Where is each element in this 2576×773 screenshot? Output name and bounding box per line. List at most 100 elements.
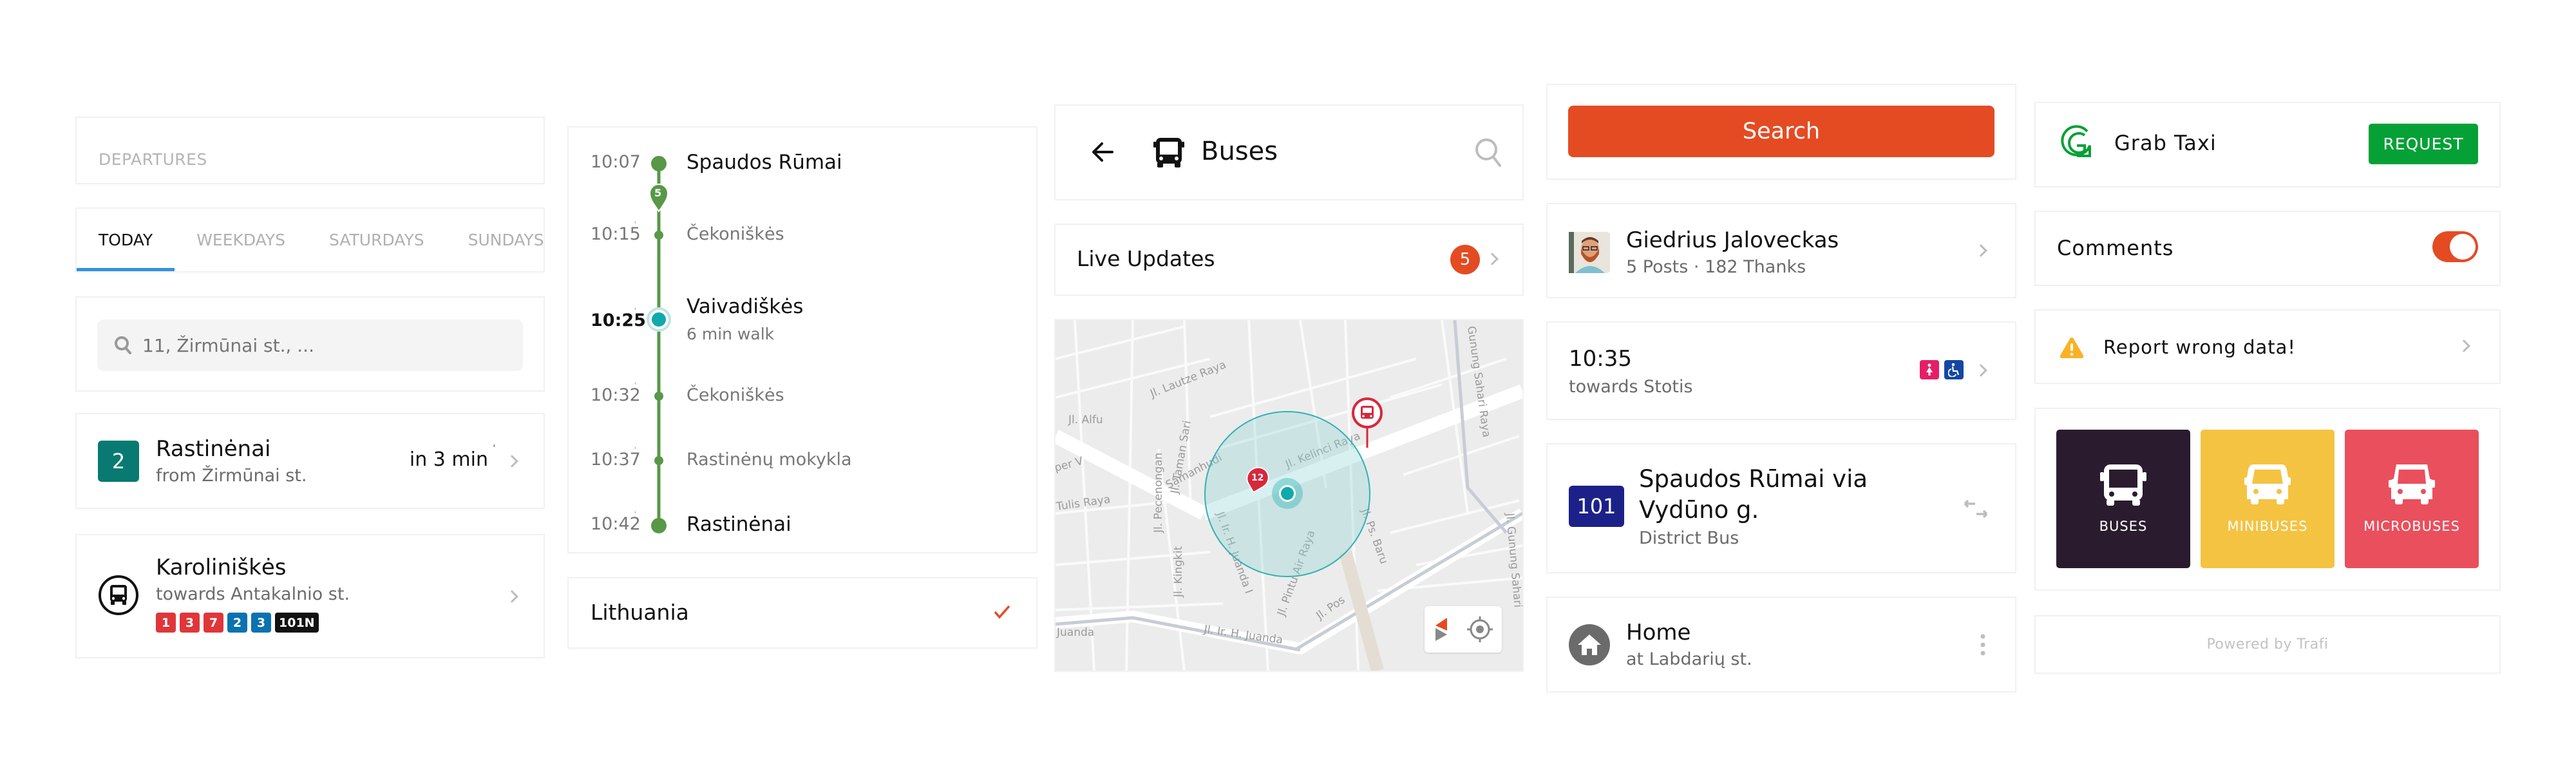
search-icon bbox=[115, 336, 131, 354]
stop-search-card bbox=[77, 298, 544, 390]
stop-time: 10:37 bbox=[591, 450, 641, 470]
amenity-icons bbox=[1920, 360, 1964, 379]
warning-icon bbox=[2060, 338, 2084, 358]
route-number-badge: 101 bbox=[1569, 486, 1624, 527]
tab-today[interactable]: TODAY bbox=[77, 209, 175, 271]
compass-icon[interactable] bbox=[1433, 616, 1450, 642]
profile-row[interactable]: Giedrius Jaloveckas 5 Posts · 182 Thanks bbox=[1548, 204, 2015, 297]
grab-logo-icon bbox=[2061, 125, 2091, 157]
live-updates-row[interactable]: Live Updates 5 bbox=[1056, 225, 1522, 294]
route-chips: 1 3 7 2 3 101N bbox=[156, 613, 319, 633]
chevron-right-icon bbox=[1975, 244, 1987, 257]
realtime-icon: ʿ bbox=[634, 510, 637, 519]
trip-timeline-card: 5 10:07 Spaudos Rūmai 10:15 ʿ Čekoniškės… bbox=[569, 128, 1036, 552]
realtime-icon: ʿ bbox=[493, 444, 496, 454]
stop-dot-major bbox=[651, 156, 667, 171]
map-street-label: Jl. Kingkit bbox=[1172, 546, 1185, 598]
live-updates-label: Live Updates bbox=[1077, 246, 1215, 271]
stop-name: Karoliniškės bbox=[156, 555, 287, 580]
country-name: Lithuania bbox=[591, 600, 689, 625]
buses-header: Buses bbox=[1056, 106, 1522, 199]
chevron-right-icon bbox=[1975, 364, 1987, 377]
stop-time: 10:15 bbox=[591, 224, 641, 244]
tab-saturdays[interactable]: SATURDAYS bbox=[307, 209, 446, 271]
stop-search-input[interactable] bbox=[142, 334, 469, 356]
tab-weekdays[interactable]: WEEKDAYS bbox=[175, 209, 307, 271]
chevron-right-icon bbox=[506, 455, 518, 468]
route-chip[interactable]: 2 bbox=[227, 613, 247, 633]
eta-text: in 3 min bbox=[409, 448, 488, 471]
stop-name: Čekoniškės bbox=[687, 224, 784, 244]
wheelchair-icon bbox=[1944, 360, 1964, 379]
route-chip[interactable]: 3 bbox=[180, 613, 200, 633]
report-row[interactable]: Report wrong data! bbox=[2036, 310, 2499, 383]
stop-dot-major bbox=[651, 518, 667, 533]
bus-icon bbox=[1153, 138, 1184, 167]
stop-time: 10:07 bbox=[591, 152, 641, 172]
route-title-line2: Vydūno g. bbox=[1639, 496, 1759, 524]
stop-card[interactable]: Karoliniškės towards Antakalnio st. 1 3 … bbox=[77, 535, 544, 657]
swap-direction-icon[interactable] bbox=[1962, 500, 1989, 518]
map-controls bbox=[1425, 606, 1502, 653]
origin-text: from Žirmūnai st. bbox=[156, 466, 307, 486]
route-chip[interactable]: 7 bbox=[204, 613, 223, 633]
place-address: at Labdarių st. bbox=[1626, 649, 1752, 669]
walk-note: 6 min walk bbox=[687, 325, 775, 343]
route-title-line1: Spaudos Rūmai via bbox=[1639, 465, 1868, 493]
more-options-icon[interactable] bbox=[1980, 634, 1985, 656]
request-taxi-button[interactable]: REQUEST bbox=[2369, 124, 2478, 164]
toggle-knob bbox=[2450, 234, 2476, 260]
report-label: Report wrong data! bbox=[2103, 336, 2297, 358]
stop-name: Vaivadiškės bbox=[687, 295, 804, 318]
place-name: Home bbox=[1626, 620, 1691, 645]
departures-label: DEPARTURES bbox=[99, 150, 207, 169]
route-chip[interactable]: 101N bbox=[275, 613, 319, 633]
stop-search-field[interactable] bbox=[97, 320, 523, 371]
powered-by-text: Powered by Trafi bbox=[2206, 636, 2329, 653]
saved-place-row[interactable]: Home at Labdarių st. bbox=[1548, 598, 2015, 691]
schedule-tabs: TODAY WEEKDAYS SATURDAYS SUNDAYS bbox=[77, 209, 544, 271]
stop-time: 10:42 bbox=[591, 514, 641, 534]
stop-time: 10:32 bbox=[591, 385, 641, 405]
search-icon[interactable] bbox=[1475, 138, 1502, 167]
route-chip[interactable]: 3 bbox=[251, 613, 271, 633]
stop-time: 10:25 bbox=[591, 310, 646, 330]
taxi-name: Grab Taxi bbox=[2114, 131, 2217, 155]
current-location-dot bbox=[1279, 485, 1296, 502]
map-view[interactable]: Jl. Lautze Raya Jl. Alfu Jl. Taman Sari … bbox=[1056, 320, 1522, 671]
tab-sundays[interactable]: SUNDAYS bbox=[446, 209, 544, 271]
minibus-icon bbox=[2244, 464, 2291, 504]
stop-name: Rastinėnų mokykla bbox=[687, 450, 852, 470]
vehicle-type-buses[interactable]: BUSES bbox=[2056, 430, 2190, 568]
bus-stop-pin-icon[interactable] bbox=[1350, 397, 1384, 449]
comments-toggle[interactable] bbox=[2432, 231, 2478, 262]
next-departure-card[interactable]: 2 Rastinėnai from Žirmūnai st. in 3 min … bbox=[77, 414, 544, 508]
search-button-card: Search bbox=[1548, 85, 2015, 178]
departure-row[interactable]: 10:35 towards Stotis bbox=[1548, 323, 2015, 419]
comments-toggle-row: Comments bbox=[2036, 212, 2499, 285]
chevron-right-icon bbox=[506, 590, 518, 603]
route-row[interactable]: 101 Spaudos Rūmai via Vydūno g. District… bbox=[1548, 444, 2015, 572]
locate-me-icon[interactable] bbox=[1466, 616, 1493, 643]
realtime-icon: ʿ bbox=[634, 307, 637, 316]
realtime-icon: ʿ bbox=[634, 381, 637, 390]
departure-direction: towards Stotis bbox=[1569, 377, 1693, 397]
map-street-label: Juanda bbox=[1056, 626, 1094, 639]
powered-by-footer: Powered by Trafi bbox=[2036, 616, 2499, 673]
back-arrow-icon[interactable] bbox=[1092, 142, 1113, 162]
live-updates-count-badge: 5 bbox=[1450, 245, 1480, 274]
timeline-line bbox=[657, 164, 661, 519]
route-marker-label: 5 bbox=[654, 187, 662, 199]
current-location-dot bbox=[649, 310, 668, 329]
vehicle-type-label: BUSES bbox=[2099, 518, 2148, 534]
vehicle-type-minibuses[interactable]: MINIBUSES bbox=[2201, 430, 2334, 568]
comments-label: Comments bbox=[2057, 236, 2174, 260]
route-chip[interactable]: 1 bbox=[156, 613, 176, 633]
female-icon bbox=[1920, 360, 1939, 379]
vehicle-type-microbuses[interactable]: MICROBUSES bbox=[2345, 430, 2479, 568]
search-button[interactable]: Search bbox=[1568, 106, 1994, 157]
country-option[interactable]: Lithuania bbox=[569, 578, 1036, 647]
route-type: District Bus bbox=[1639, 528, 1739, 548]
home-icon bbox=[1569, 624, 1610, 665]
stop-direction: towards Antakalnio st. bbox=[156, 584, 350, 604]
